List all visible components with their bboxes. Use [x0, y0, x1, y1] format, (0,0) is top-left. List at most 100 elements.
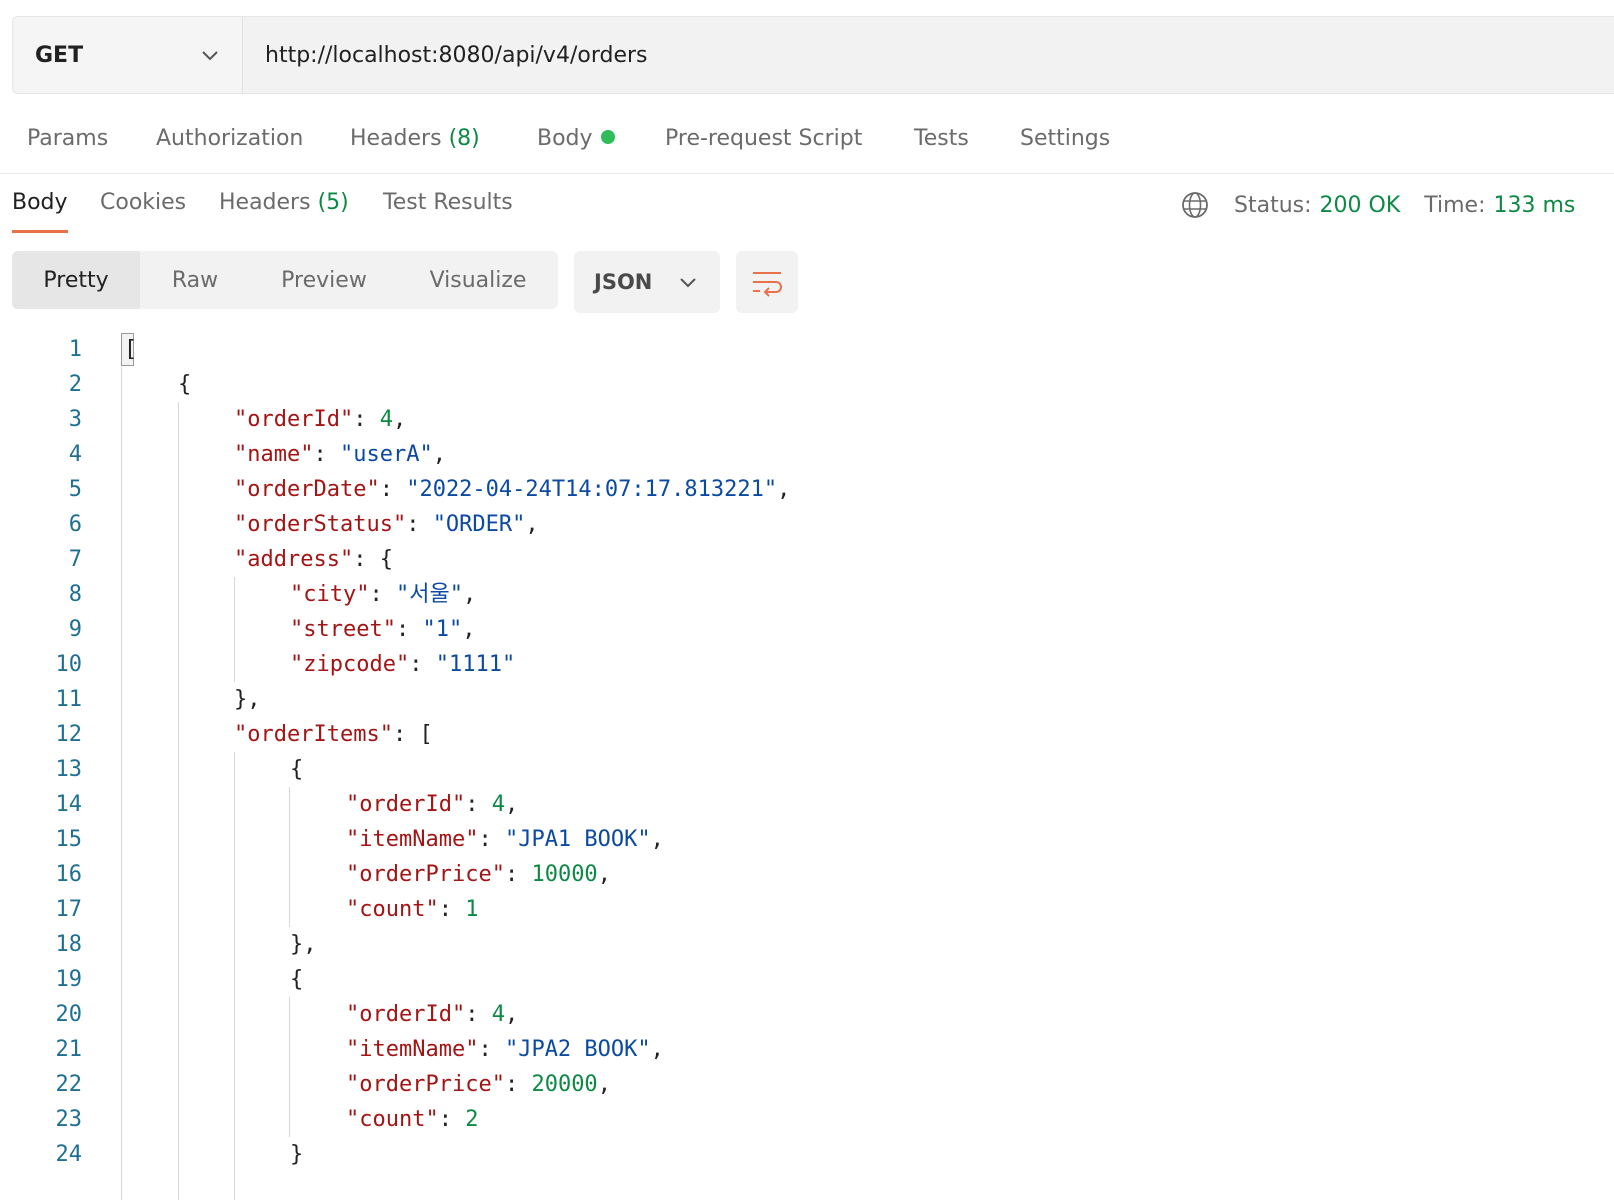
- headers-count: (8): [448, 126, 480, 151]
- code-text: },: [290, 927, 317, 962]
- line-number: 9: [68, 617, 82, 642]
- json-string: "JPA1 BOOK": [504, 827, 651, 852]
- tab-label: Cookies: [100, 190, 187, 215]
- code-text: {: [290, 962, 303, 997]
- json-punctuation: :: [409, 652, 436, 677]
- tab-label: Headers: [219, 190, 311, 215]
- request-url-bar: GET http://localhost:8080/api/v4/orders: [12, 16, 1614, 94]
- json-punctuation: ,: [504, 792, 519, 817]
- response-tab-cookies[interactable]: Cookies: [100, 190, 186, 215]
- time-value[interactable]: 133 ms: [1494, 193, 1576, 218]
- code-text: "name": "userA",: [234, 437, 446, 472]
- json-punctuation: ,: [777, 477, 791, 502]
- json-punctuation: {: [178, 372, 192, 397]
- tab-settings[interactable]: Settings: [1020, 126, 1110, 151]
- view-visualize-button[interactable]: Visualize: [398, 251, 558, 309]
- json-key: "orderId": [234, 407, 354, 432]
- tab-label: Authorization: [156, 126, 304, 151]
- code-text: "orderPrice": 20000,: [346, 1067, 611, 1102]
- json-punctuation: :: [395, 617, 423, 642]
- json-number: 10000: [531, 862, 598, 887]
- wrap-lines-button[interactable]: [736, 251, 798, 313]
- json-punctuation: :: [313, 442, 340, 467]
- json-key: "orderItems": [234, 722, 393, 747]
- code-line: 15 "itemName": "JPA1 BOOK",: [0, 822, 1614, 857]
- line-number: 11: [55, 687, 83, 712]
- body-indicator-dot: [600, 130, 615, 144]
- json-number: 20000: [531, 1072, 598, 1097]
- code-line: 16 "orderPrice": 10000,: [0, 857, 1614, 892]
- tab-pre-request-script[interactable]: Pre-request Script: [665, 126, 862, 151]
- method-select[interactable]: GET: [13, 17, 243, 93]
- line-number: 6: [68, 512, 82, 537]
- code-text: "address": {: [234, 542, 393, 577]
- line-number: 12: [55, 722, 83, 747]
- format-select[interactable]: JSON: [574, 251, 720, 313]
- json-punctuation: ,: [597, 1072, 611, 1097]
- line-number: 10: [55, 652, 83, 677]
- json-punctuation: [: [124, 337, 138, 362]
- json-number: 4: [491, 792, 505, 817]
- json-key: "zipcode": [290, 652, 410, 677]
- tab-headers[interactable]: Headers (8): [350, 126, 480, 151]
- json-punctuation: },: [290, 932, 317, 957]
- json-punctuation: ,: [650, 1037, 664, 1062]
- response-headers-count: (5): [317, 190, 349, 215]
- status-value[interactable]: 200 OK: [1320, 193, 1401, 218]
- line-number: 15: [55, 827, 83, 852]
- line-number: 1: [68, 337, 82, 362]
- json-punctuation: ,: [650, 827, 664, 852]
- response-tab-body[interactable]: Body: [12, 190, 68, 215]
- json-number: 2: [465, 1107, 479, 1132]
- json-string: "1111": [435, 652, 516, 677]
- view-raw-button[interactable]: Raw: [140, 251, 250, 309]
- json-number: 4: [491, 1002, 505, 1027]
- globe-icon[interactable]: [1180, 190, 1210, 220]
- code-line: 8 "city": "서울",: [0, 577, 1614, 612]
- tab-label: Headers: [350, 126, 442, 151]
- code-line: 4 "name": "userA",: [0, 437, 1614, 472]
- response-tab-headers[interactable]: Headers (5): [219, 190, 349, 215]
- code-text: "orderId": 4,: [234, 402, 406, 437]
- view-pretty-button[interactable]: Pretty: [12, 251, 140, 309]
- code-text: "count": 2: [346, 1102, 478, 1137]
- tab-body[interactable]: Body: [537, 126, 615, 151]
- line-number: 16: [55, 862, 83, 887]
- json-punctuation: :: [478, 827, 505, 852]
- code-text: "orderId": 4,: [346, 787, 518, 822]
- tab-label: Body: [537, 126, 593, 151]
- json-key: "count": [346, 1107, 439, 1132]
- view-preview-button[interactable]: Preview: [250, 251, 398, 309]
- code-text: "street": "1",: [290, 612, 475, 647]
- json-string: "ORDER": [432, 512, 526, 537]
- tab-params[interactable]: Params: [27, 126, 108, 151]
- line-number: 18: [55, 932, 83, 957]
- code-line: 7 "address": {: [0, 542, 1614, 577]
- json-number: 4: [379, 407, 393, 432]
- code-text: "zipcode": "1111": [290, 647, 515, 682]
- line-number: 20: [55, 1002, 83, 1027]
- code-text: "count": 1: [346, 892, 478, 927]
- code-text: }: [290, 1137, 303, 1172]
- json-string: "JPA2 BOOK": [504, 1037, 651, 1062]
- response-tab-test-results[interactable]: Test Results: [383, 190, 513, 215]
- response-body-code[interactable]: 1[2{3 "orderId": 4, 4 "name": "userA", 5 "ord…: [0, 332, 1614, 1200]
- json-punctuation: {: [290, 757, 304, 782]
- json-number: 1: [465, 897, 479, 922]
- json-punctuation: :: [504, 1072, 532, 1097]
- active-tab-underline: [12, 230, 68, 233]
- url-input[interactable]: http://localhost:8080/api/v4/orders: [243, 17, 648, 93]
- view-mode-segmented-control: Pretty Raw Preview Visualize: [12, 251, 558, 309]
- json-punctuation: :: [465, 792, 492, 817]
- json-punctuation: ,: [432, 442, 446, 467]
- tab-tests[interactable]: Tests: [914, 126, 969, 151]
- line-number: 8: [68, 582, 82, 607]
- request-tabs: Params Authorization Headers (8) Body Pr…: [0, 98, 1614, 174]
- tab-authorization[interactable]: Authorization: [156, 126, 303, 151]
- json-punctuation: },: [234, 687, 261, 712]
- code-text: {: [290, 752, 303, 787]
- code-text: "orderStatus": "ORDER",: [234, 507, 539, 542]
- code-line: 20 "orderId": 4,: [0, 997, 1614, 1032]
- json-punctuation: :: [369, 582, 396, 607]
- json-string: "userA": [339, 442, 433, 467]
